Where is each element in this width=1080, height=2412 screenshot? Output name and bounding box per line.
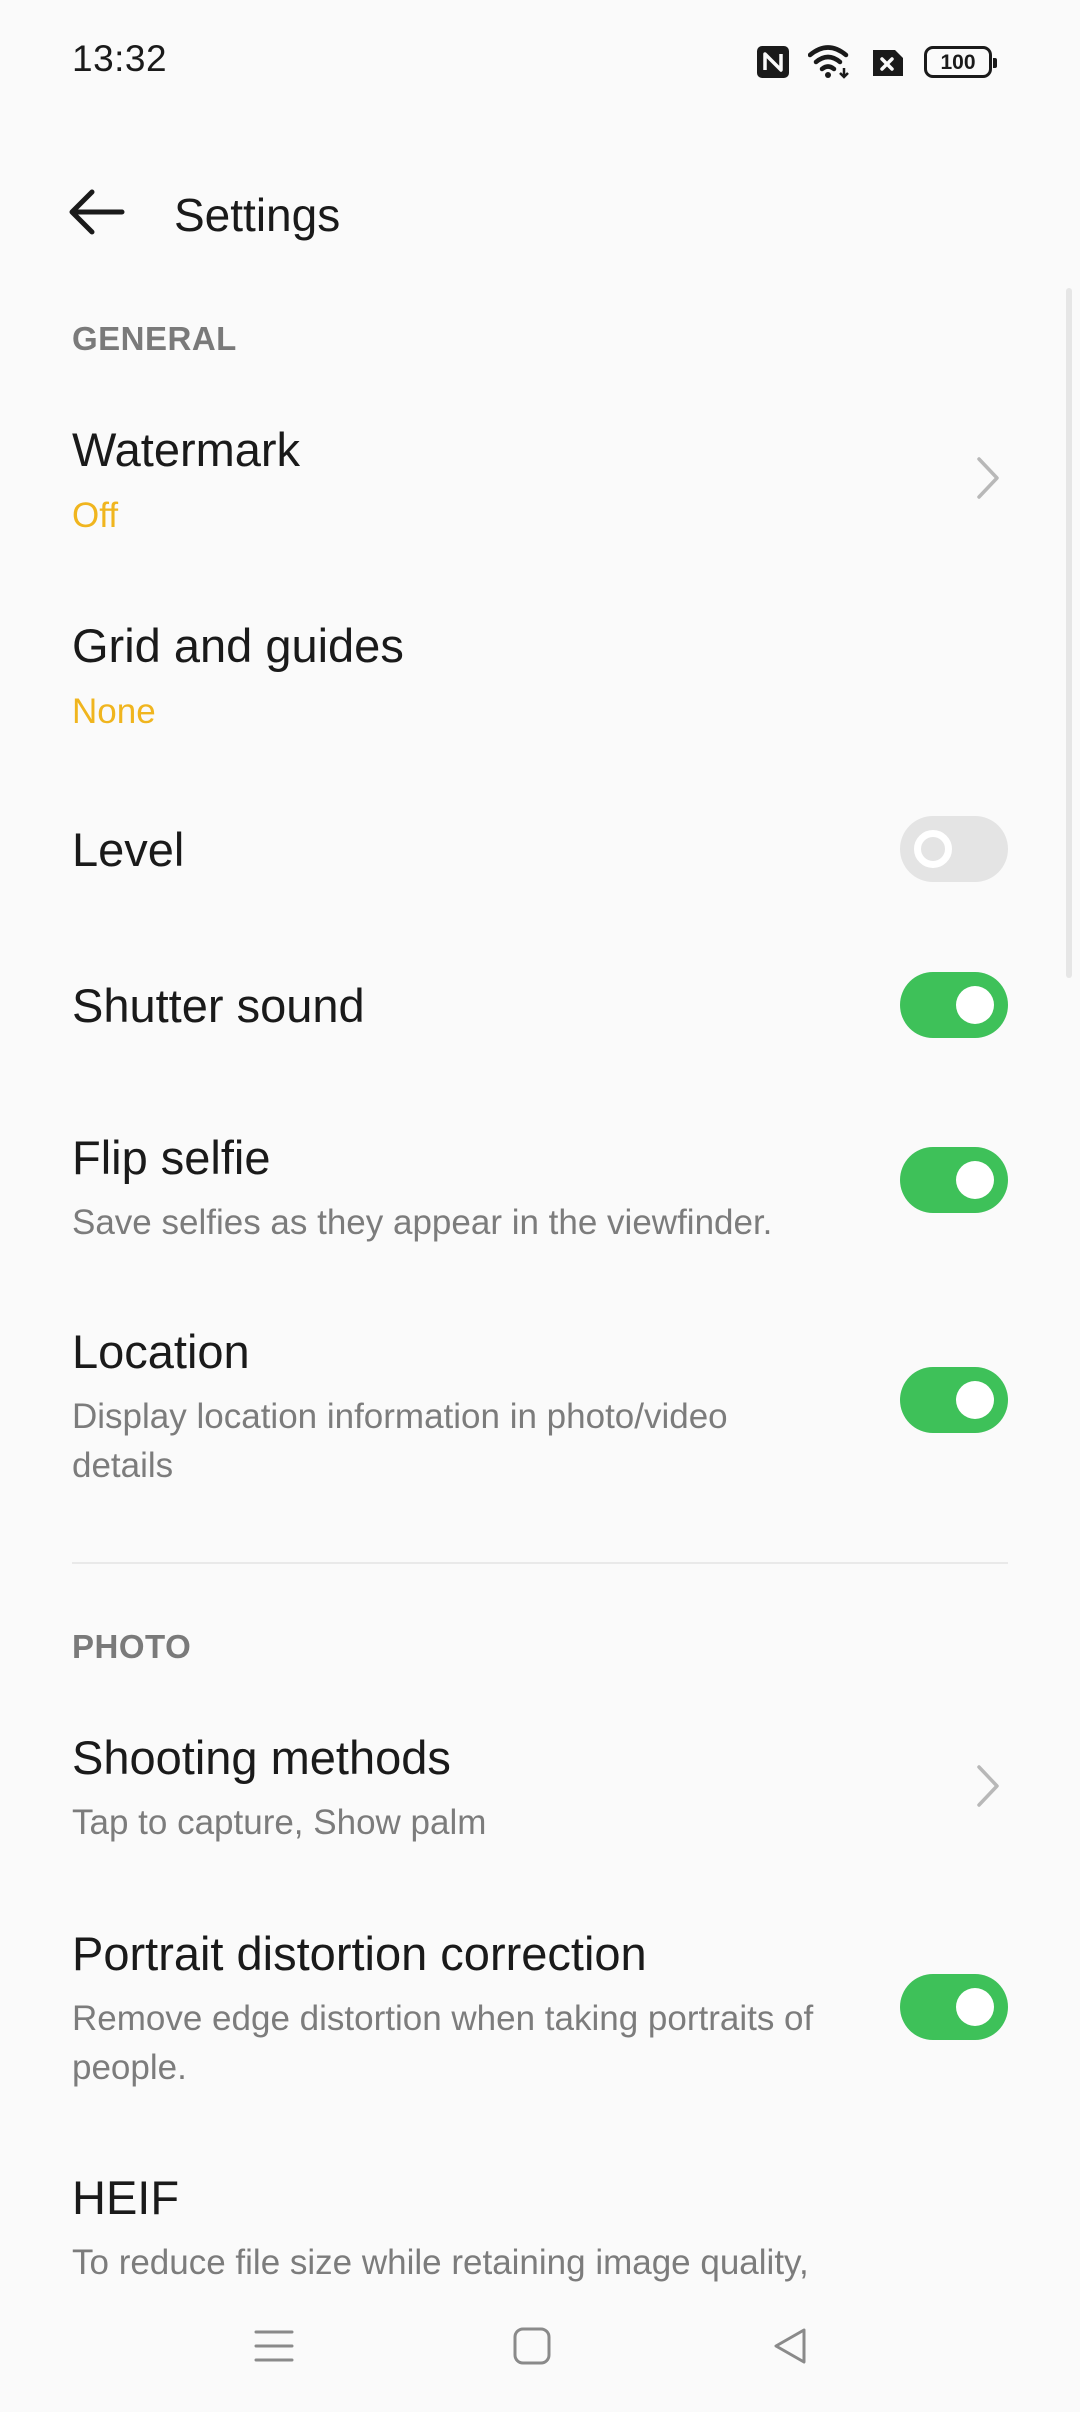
navigation-bar: [0, 2282, 1080, 2412]
grid-guides-value: None: [72, 692, 156, 731]
grid-guides-title: Grid and guides: [72, 619, 404, 672]
shooting-methods-row[interactable]: Shooting methods Tap to capture, Show pa…: [0, 1708, 1080, 1868]
location-description: Display location information in photo/vi…: [72, 1397, 728, 1485]
watermark-row[interactable]: Watermark Off: [0, 400, 1080, 560]
back-triangle-icon: [774, 2328, 806, 2364]
toggle-knob: [956, 1988, 994, 2026]
portrait-correction-description: Remove edge distortion when taking portr…: [72, 1999, 814, 2087]
location-title: Location: [72, 1325, 250, 1378]
menu-icon: [254, 2330, 294, 2362]
heif-title: HEIF: [72, 2171, 180, 2224]
grid-guides-row[interactable]: Grid and guides None: [0, 596, 1080, 756]
home-button[interactable]: [492, 2306, 572, 2386]
level-toggle[interactable]: [900, 816, 1008, 882]
section-header-general: GENERAL: [72, 320, 237, 357]
shutter-sound-row[interactable]: Shutter sound: [0, 956, 1080, 1056]
toggle-knob: [914, 830, 952, 868]
toggle-knob: [956, 986, 994, 1024]
toggle-knob: [956, 1381, 994, 1419]
camera-settings-screen: 13:32 100 Settings GENERAL Watermark Off…: [0, 0, 1080, 2412]
heif-row[interactable]: HEIF To reduce file size while retaining…: [0, 2148, 1080, 2282]
section-divider: [72, 1562, 1008, 1564]
portrait-correction-title: Portrait distortion correction: [72, 1927, 647, 1980]
flip-selfie-description: Save selfies as they appear in the viewf…: [72, 1203, 773, 1242]
level-title: Level: [72, 823, 185, 876]
watermark-title: Watermark: [72, 423, 301, 476]
flip-selfie-title: Flip selfie: [72, 1131, 271, 1184]
shutter-sound-title: Shutter sound: [72, 979, 365, 1032]
shutter-sound-toggle[interactable]: [900, 972, 1008, 1038]
portrait-correction-toggle[interactable]: [900, 1974, 1008, 2040]
location-row[interactable]: Location Display location information in…: [0, 1302, 1080, 1502]
location-toggle[interactable]: [900, 1367, 1008, 1433]
nav-back-button[interactable]: [750, 2306, 830, 2386]
level-row[interactable]: Level: [0, 800, 1080, 900]
portrait-correction-row[interactable]: Portrait distortion correction Remove ed…: [0, 1904, 1080, 2104]
heif-description: To reduce file size while retaining imag…: [72, 2243, 809, 2282]
shooting-methods-title: Shooting methods: [72, 1731, 451, 1784]
flip-selfie-row[interactable]: Flip selfie Save selfies as they appear …: [0, 1108, 1080, 1268]
flip-selfie-toggle[interactable]: [900, 1147, 1008, 1213]
home-square-icon: [513, 2327, 551, 2365]
chevron-right-icon: [968, 448, 1008, 508]
settings-list: GENERAL Watermark Off Grid and guides No…: [0, 0, 1080, 2282]
section-header-photo: PHOTO: [72, 1628, 192, 1665]
chevron-right-icon: [968, 1756, 1008, 1816]
watermark-value: Off: [72, 496, 119, 535]
shooting-methods-value: Tap to capture, Show palm: [72, 1803, 487, 1842]
toggle-knob: [956, 1161, 994, 1199]
recents-button[interactable]: [234, 2306, 314, 2386]
